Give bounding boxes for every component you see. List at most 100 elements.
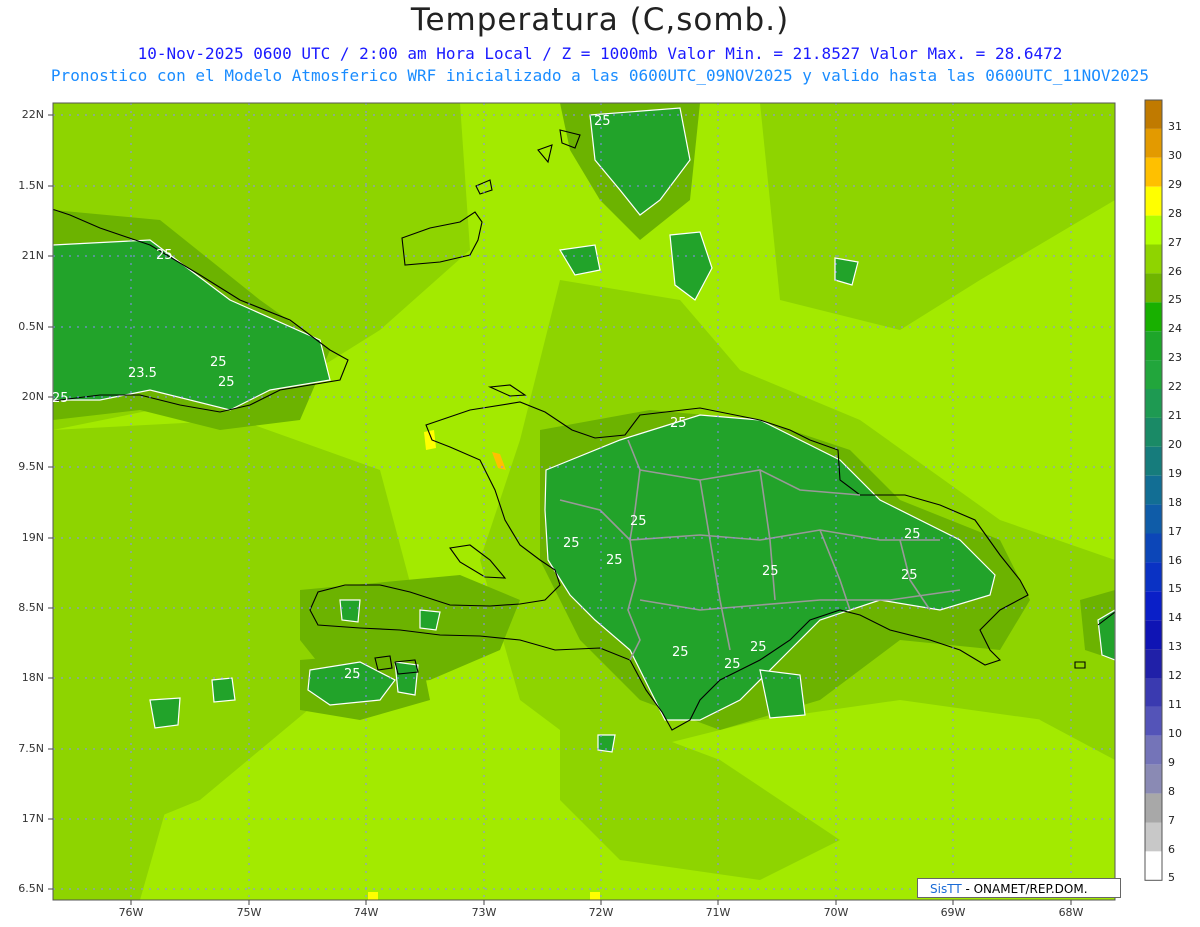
lat-label: 9.5N: [18, 460, 44, 473]
colorbar-label: 15: [1168, 582, 1182, 596]
colorbar-label: 11: [1168, 698, 1182, 711]
colorbar-label: 16: [1168, 553, 1182, 567]
lat-label: 20N: [21, 390, 44, 403]
contour-label: 25: [52, 391, 69, 406]
temperature-map: [48, 99, 1163, 905]
lon-label: 70W: [823, 906, 849, 919]
lon-label: 72W: [588, 906, 614, 919]
colorbar-label: 5: [1168, 871, 1175, 885]
colorbar-swatch: [1145, 678, 1162, 707]
contour-label: 25: [156, 248, 173, 263]
contour-label: 25: [606, 553, 623, 568]
colorbar-swatch: [1145, 302, 1162, 332]
colorbar-swatch: [1145, 417, 1162, 447]
contour-label: 25: [901, 568, 918, 583]
contour-label: 25: [218, 375, 235, 390]
colorbar-label: 30: [1168, 148, 1182, 162]
lon-label: 74W: [353, 906, 379, 919]
colorbar-label: 6: [1168, 842, 1175, 856]
lon-label: 68W: [1058, 906, 1084, 919]
colorbar-label: 24: [1168, 322, 1182, 336]
colorbar-label: 18: [1168, 495, 1182, 509]
colorbar-swatch: [1145, 735, 1162, 765]
colorbar-label: 7: [1168, 813, 1175, 827]
colorbar-swatch: [1145, 533, 1162, 563]
colorbar-swatch: [1145, 475, 1162, 505]
colorbar-swatch: [1145, 504, 1162, 534]
colorbar-swatch: [1145, 764, 1162, 794]
contour-label: 25: [670, 416, 687, 431]
colorbar-label: 20: [1168, 437, 1182, 451]
colorbar-label: 26: [1168, 264, 1182, 278]
credit-box: SisTT - ONAMET/REP.DOM.: [917, 878, 1121, 898]
colorbar-swatch: [1145, 360, 1162, 389]
colorbar-swatch: [1145, 273, 1162, 303]
colorbar-label: 17: [1168, 524, 1182, 538]
contour-label: 25: [563, 536, 580, 551]
colorbar-label: 25: [1168, 293, 1182, 307]
colorbar-swatch: [1145, 822, 1162, 852]
colorbar-label: 21: [1168, 409, 1182, 422]
warm-spot: [590, 892, 600, 900]
colorbar-swatch: [1145, 389, 1162, 418]
contour-label: 25: [630, 514, 647, 529]
lat-label: 0.5N: [18, 320, 44, 333]
lat-label: 8.5N: [18, 601, 44, 614]
colorbar-swatch: [1145, 331, 1162, 361]
colorbar-swatch: [1145, 100, 1162, 129]
lat-label: 18N: [21, 671, 44, 684]
lon-label: 73W: [471, 906, 497, 919]
colorbar-swatch: [1145, 186, 1162, 216]
colorbar-label: 27: [1168, 235, 1182, 249]
colorbar-label: 29: [1168, 177, 1182, 191]
lat-label: 22N: [21, 108, 44, 121]
lon-label: 69W: [940, 906, 966, 919]
lat-label: 19N: [21, 531, 44, 544]
colorbar-label: 12: [1168, 669, 1182, 683]
colorbar-label: 10: [1168, 726, 1182, 740]
warm-spot: [368, 892, 378, 900]
contour-label: 25: [344, 667, 361, 682]
contour-label: 25: [594, 114, 611, 129]
colorbar-label: 8: [1168, 784, 1175, 798]
contour-label: 23.5: [128, 366, 157, 381]
credit-text: - ONAMET/REP.DOM.: [961, 882, 1088, 896]
colorbar-swatch: [1145, 793, 1162, 823]
colorbar-swatch: [1145, 591, 1162, 621]
colorbar-label: 9: [1168, 755, 1175, 769]
colorbar-label: 23: [1168, 351, 1182, 365]
lat-label: 7.5N: [18, 742, 44, 755]
lat-label: 6.5N: [18, 882, 44, 895]
colorbar-swatch: [1145, 157, 1162, 187]
colorbar-label: 22: [1168, 380, 1182, 394]
colorbar-label: 31: [1168, 120, 1182, 133]
colorbar-swatch: [1145, 215, 1162, 245]
lon-label: 76W: [118, 906, 144, 919]
contour-label: 25: [904, 527, 921, 542]
lon-label: 75W: [236, 906, 262, 919]
colorbar: [1144, 99, 1163, 881]
colorbar-label: 28: [1168, 206, 1182, 220]
colorbar-label: 19: [1168, 466, 1182, 480]
lat-label: 21N: [21, 249, 44, 262]
contour-label: 25: [762, 564, 779, 579]
warm-spot: [424, 430, 436, 450]
colorbar-swatch: [1145, 128, 1162, 158]
contour-label: 25: [210, 355, 227, 370]
colorbar-swatch: [1145, 706, 1162, 736]
contour-label: 25: [724, 657, 741, 672]
contour-label: 25: [672, 645, 689, 660]
colorbar-swatch: [1145, 851, 1162, 881]
colorbar-swatch: [1145, 446, 1162, 476]
lat-label: 17N: [21, 812, 44, 825]
lat-label: 1.5N: [18, 179, 44, 192]
sispi-logo: SisTT: [930, 882, 962, 896]
colorbar-swatch: [1145, 649, 1162, 678]
colorbar-swatch: [1145, 562, 1162, 592]
contour-label: 25: [750, 640, 767, 655]
lon-label: 71W: [705, 906, 731, 919]
colorbar-label: 14: [1168, 611, 1182, 625]
colorbar-swatch: [1145, 244, 1162, 274]
colorbar-swatch: [1145, 620, 1162, 650]
colorbar-label: 13: [1168, 640, 1182, 654]
